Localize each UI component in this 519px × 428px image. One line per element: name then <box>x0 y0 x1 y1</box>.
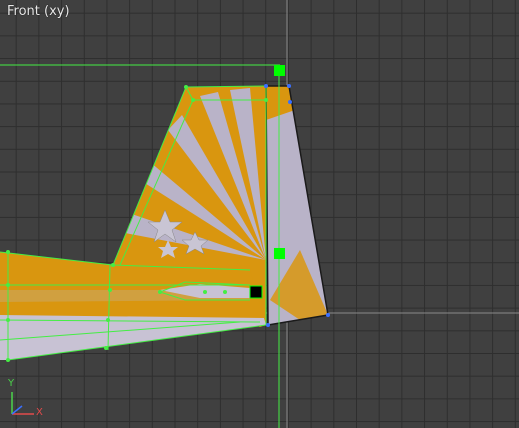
pivot-handle[interactable] <box>274 248 285 259</box>
axis-y-label: Y <box>8 378 15 389</box>
axis-tripod-icon <box>11 392 34 415</box>
bbox-corner-handle[interactable] <box>274 65 285 76</box>
axis-x-label: X <box>36 407 43 418</box>
front-viewport[interactable]: Front (xy) Y X <box>0 0 519 428</box>
scene-canvas[interactable] <box>0 0 519 428</box>
vertex-handle[interactable] <box>249 285 263 299</box>
